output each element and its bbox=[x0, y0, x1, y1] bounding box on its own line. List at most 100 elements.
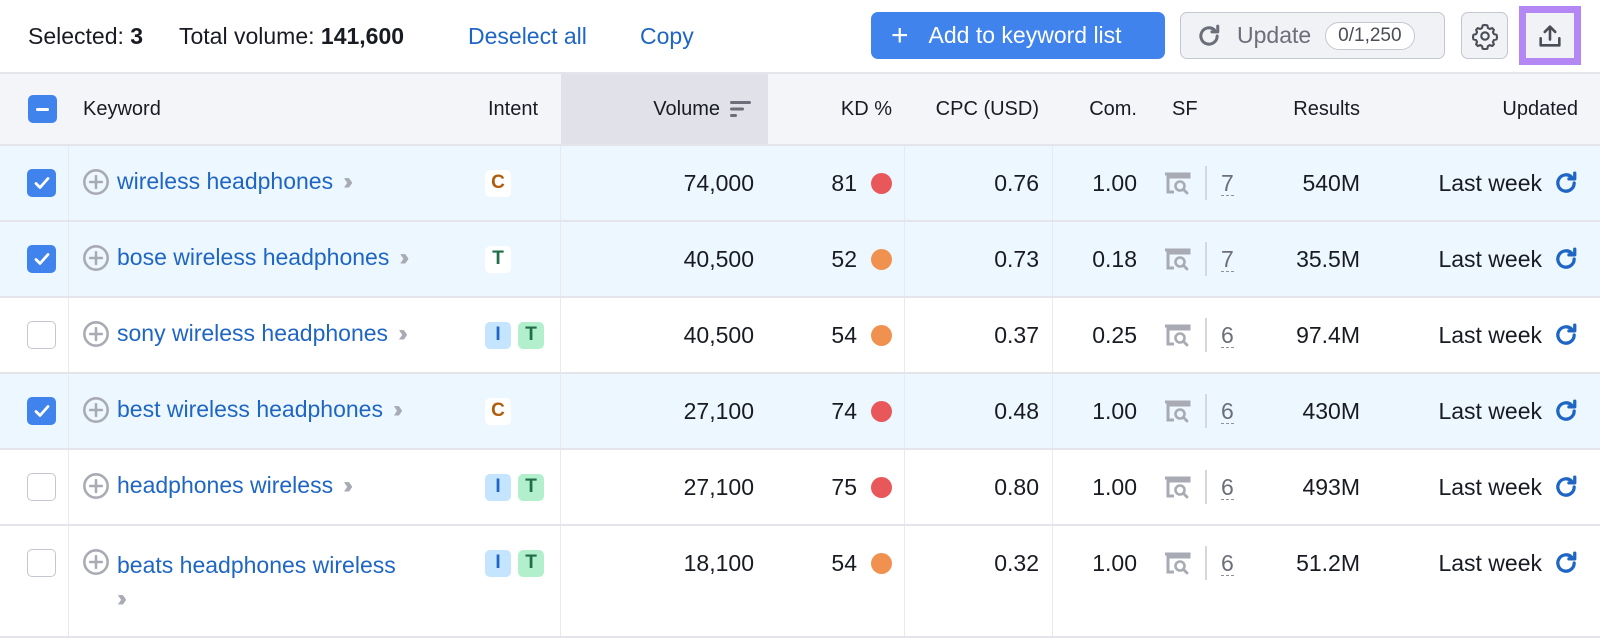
column-header-updated[interactable]: Updated bbox=[1420, 74, 1578, 144]
checkbox-indeterminate[interactable] bbox=[28, 95, 57, 123]
serp-features-icon[interactable] bbox=[1163, 323, 1191, 347]
settings-button[interactable] bbox=[1461, 12, 1508, 59]
intent-badge-t[interactable]: T bbox=[518, 473, 544, 501]
competition-value: 1.00 bbox=[1092, 169, 1137, 196]
serp-features-icon[interactable] bbox=[1163, 399, 1191, 423]
refresh-metrics-icon[interactable] bbox=[1552, 245, 1580, 273]
serp-features-count[interactable]: 7 bbox=[1221, 247, 1234, 272]
add-keyword-plus-circle-icon[interactable] bbox=[82, 244, 110, 272]
intent-badge-i[interactable]: I bbox=[485, 321, 511, 349]
column-divider bbox=[1052, 146, 1053, 220]
select-all-checkbox[interactable] bbox=[28, 74, 57, 144]
column-header-intent[interactable]: Intent bbox=[488, 74, 538, 144]
keyword-table: Keyword Intent Volume KD % CPC (USD) Com… bbox=[0, 72, 1600, 638]
keyword-overview-chevrons-icon[interactable]: ›› bbox=[343, 168, 353, 195]
intent-cell: T bbox=[485, 222, 518, 296]
keyword-overview-chevrons-icon[interactable]: ›› bbox=[343, 472, 353, 499]
column-header-sf[interactable]: SF bbox=[1172, 74, 1198, 144]
keyword-link[interactable]: sony wireless headphones bbox=[117, 320, 388, 346]
keyword-cell: beats headphones wireless ›› bbox=[82, 526, 482, 612]
column-divider bbox=[1052, 374, 1053, 448]
add-keyword-plus-circle-icon[interactable] bbox=[82, 548, 110, 576]
keyword-link[interactable]: best wireless headphones bbox=[117, 396, 383, 422]
kd-cell: 54 bbox=[800, 526, 892, 600]
intent-badge-t[interactable]: T bbox=[518, 549, 544, 577]
column-header-kd[interactable]: KD % bbox=[800, 74, 892, 144]
column-divider bbox=[904, 450, 905, 524]
update-button[interactable]: Update 0/1,250 bbox=[1180, 12, 1445, 59]
add-to-keyword-list-button[interactable]: + Add to keyword list bbox=[871, 12, 1165, 59]
keyword-link[interactable]: beats headphones wireless bbox=[117, 552, 396, 578]
column-header-cpc[interactable]: CPC (USD) bbox=[910, 74, 1039, 144]
serp-features-count[interactable]: 6 bbox=[1221, 323, 1234, 348]
cpc-value: 0.32 bbox=[994, 549, 1039, 576]
keyword-overview-chevrons-icon[interactable]: ›› bbox=[398, 320, 408, 347]
serp-features-icon[interactable] bbox=[1163, 475, 1191, 499]
column-header-volume-label: Volume bbox=[653, 97, 720, 120]
row-checkbox[interactable] bbox=[27, 473, 56, 501]
column-header-keyword[interactable]: Keyword bbox=[83, 74, 161, 144]
serp-features-count[interactable]: 6 bbox=[1221, 551, 1234, 576]
intent-badge-c[interactable]: C bbox=[485, 169, 511, 197]
sort-descending-icon bbox=[730, 101, 751, 117]
intent-badge-c[interactable]: C bbox=[485, 397, 511, 425]
volume-value: 40,500 bbox=[683, 245, 754, 272]
table-body: wireless headphones ›› C 74,000 81 0.76 1… bbox=[0, 146, 1600, 638]
export-upload-icon bbox=[1539, 24, 1561, 47]
add-keyword-plus-circle-icon[interactable] bbox=[82, 396, 110, 424]
column-divider bbox=[68, 146, 69, 220]
intent-cell: IT bbox=[485, 526, 551, 600]
serp-features-count[interactable]: 7 bbox=[1221, 171, 1234, 196]
add-keyword-plus-circle-icon[interactable] bbox=[82, 320, 110, 348]
serp-features-icon[interactable] bbox=[1163, 247, 1191, 271]
copy-link[interactable]: Copy bbox=[640, 20, 694, 52]
row-checkbox[interactable] bbox=[27, 397, 56, 425]
sf-cell: 6 bbox=[1163, 298, 1234, 372]
keyword-overview-chevrons-icon[interactable]: ›› bbox=[117, 582, 396, 616]
updated-cell: Last week bbox=[1400, 450, 1580, 524]
serp-features-icon[interactable] bbox=[1163, 171, 1191, 195]
row-checkbox-cell bbox=[27, 222, 56, 296]
add-keyword-plus-circle-icon[interactable] bbox=[82, 472, 110, 500]
keyword-link[interactable]: headphones wireless bbox=[117, 472, 333, 498]
updated-value: Last week bbox=[1438, 473, 1542, 500]
serp-features-count[interactable]: 6 bbox=[1221, 399, 1234, 424]
com-cell: 1.00 bbox=[1060, 146, 1137, 220]
com-cell: 1.00 bbox=[1060, 374, 1137, 448]
column-divider bbox=[68, 526, 69, 636]
updated-value: Last week bbox=[1438, 397, 1542, 424]
kd-value: 54 bbox=[831, 321, 857, 348]
refresh-metrics-icon[interactable] bbox=[1552, 397, 1580, 425]
row-checkbox[interactable] bbox=[27, 321, 56, 349]
export-button[interactable] bbox=[1519, 6, 1581, 65]
plus-icon: + bbox=[891, 18, 909, 52]
refresh-metrics-icon[interactable] bbox=[1552, 473, 1580, 501]
refresh-metrics-icon[interactable] bbox=[1552, 549, 1580, 577]
keyword-overview-chevrons-icon[interactable]: ›› bbox=[399, 244, 409, 271]
row-checkbox[interactable] bbox=[27, 169, 56, 197]
keyword-overview-chevrons-icon[interactable]: ›› bbox=[393, 396, 403, 423]
column-header-results[interactable]: Results bbox=[1250, 74, 1360, 144]
refresh-metrics-icon[interactable] bbox=[1552, 169, 1580, 197]
sf-cell: 6 bbox=[1163, 374, 1234, 448]
refresh-metrics-icon[interactable] bbox=[1552, 321, 1580, 349]
selected-count-value: 3 bbox=[130, 23, 144, 49]
serp-features-count[interactable]: 6 bbox=[1221, 475, 1234, 500]
cpc-value: 0.48 bbox=[994, 397, 1039, 424]
intent-badge-i[interactable]: I bbox=[485, 549, 511, 577]
row-checkbox[interactable] bbox=[27, 549, 56, 577]
deselect-all-link[interactable]: Deselect all bbox=[468, 20, 587, 52]
keyword-link[interactable]: bose wireless headphones bbox=[117, 244, 389, 270]
intent-badge-t[interactable]: T bbox=[485, 245, 511, 273]
add-keyword-plus-circle-icon[interactable] bbox=[82, 168, 110, 196]
intent-badge-i[interactable]: I bbox=[485, 473, 511, 501]
column-divider bbox=[904, 222, 905, 296]
column-header-com[interactable]: Com. bbox=[1060, 74, 1137, 144]
keyword-link[interactable]: wireless headphones bbox=[117, 168, 333, 194]
row-checkbox[interactable] bbox=[27, 245, 56, 273]
intent-badge-t[interactable]: T bbox=[518, 321, 544, 349]
keyword-text: beats headphones wireless ›› bbox=[117, 548, 396, 616]
volume-value: 40,500 bbox=[683, 321, 754, 348]
serp-features-icon[interactable] bbox=[1163, 551, 1191, 575]
column-header-volume[interactable]: Volume bbox=[561, 74, 752, 144]
